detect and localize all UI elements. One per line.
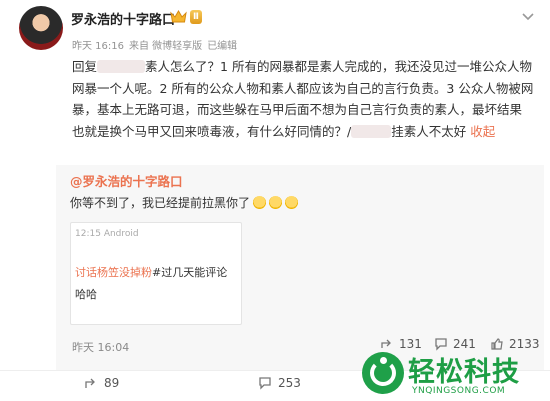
- content-text-5: 挂素人不太好: [391, 123, 467, 139]
- comment-count: 253: [278, 376, 301, 390]
- share-icon: [381, 339, 391, 348]
- post-content: 回复 素人怎么了？1 所有的网暴都是素人完成的，我还没见过一堆公众人物网暴一个人呢…: [72, 56, 534, 142]
- card-text: 讨话杨笠没掉粉#过几天能评论: [75, 266, 228, 279]
- emoji-icon: [285, 196, 299, 209]
- user-badges: Ⅱ: [170, 9, 202, 24]
- share-icon: [85, 378, 95, 388]
- avatar[interactable]: [19, 6, 63, 50]
- content-text-1: 回复: [72, 59, 98, 74]
- more-icon[interactable]: [520, 8, 536, 24]
- repost-share-button[interactable]: 131: [380, 337, 422, 351]
- repost-like-count: 2133: [509, 337, 540, 351]
- redacted-name-2: [351, 124, 392, 138]
- watermark-url: YNQINGSONG.COM: [412, 386, 506, 396]
- repost-text-row: 你等不到了，我已经提前拉黑你了: [70, 194, 299, 211]
- repost-time[interactable]: 昨天 16:04: [72, 339, 129, 355]
- watermark-logo-icon: [362, 352, 404, 394]
- redacted-name: [97, 60, 146, 73]
- post-source: 来自 微博轻享版: [129, 41, 203, 52]
- repost-comment-count: 241: [453, 337, 476, 351]
- post-time[interactable]: 昨天 16:16: [72, 37, 124, 52]
- share-count: 89: [104, 376, 120, 390]
- repost-like-button[interactable]: 2133: [490, 337, 540, 351]
- screenshot-card[interactable]: 12:15 Android 讨话杨笠没掉粉#过几天能评论 哈哈: [70, 222, 242, 325]
- username[interactable]: 罗永浩的十字路口: [71, 9, 175, 28]
- watermark-title: 轻松科技: [408, 357, 520, 388]
- weibo-post: 罗永浩的十字路口 Ⅱ 昨天 16:16 来自 微博轻享版 已编辑 回复 素人怎么了…: [0, 0, 550, 401]
- post-edited[interactable]: 已编辑: [207, 37, 237, 52]
- comment-icon: [435, 338, 447, 351]
- card-text-2: 哈哈: [75, 288, 97, 301]
- crown-icon: [170, 10, 187, 23]
- emoji-icon: [269, 196, 283, 209]
- card-meta: 12:15 Android: [75, 229, 139, 239]
- collapse-link[interactable]: 收起: [470, 124, 495, 139]
- like-icon: [491, 338, 503, 350]
- watermark: 轻松科技 YNQINGSONG.COM: [362, 350, 548, 400]
- level-badge: Ⅱ: [190, 9, 202, 24]
- post-meta: 昨天 16:16 来自 微博轻享版 已编辑: [72, 37, 237, 52]
- repost-user[interactable]: @罗永浩的十字路口: [70, 171, 183, 190]
- comment-button[interactable]: 253: [258, 376, 301, 390]
- share-button[interactable]: 89: [84, 376, 119, 390]
- comment-icon: [259, 377, 271, 390]
- repost-share-count: 131: [399, 337, 422, 351]
- repost-text: 你等不到了，我已经提前拉黑你了: [70, 196, 251, 210]
- repost-comment-button[interactable]: 241: [434, 337, 476, 351]
- emoji-icon: [253, 196, 267, 209]
